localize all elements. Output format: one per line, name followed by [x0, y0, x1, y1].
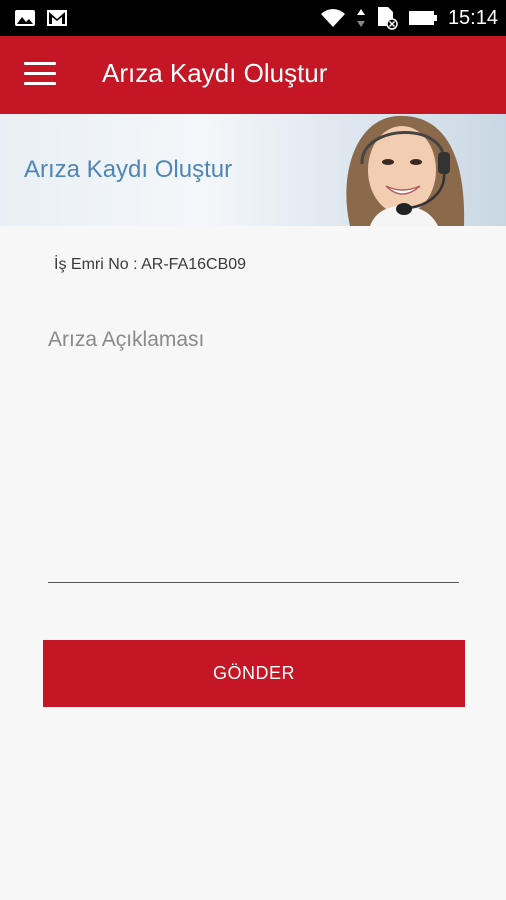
page-title: Arıza Kaydı Oluştur — [102, 58, 328, 88]
status-bar: 15:14 — [0, 0, 506, 36]
description-field[interactable] — [48, 316, 459, 583]
gmail-icon — [47, 10, 67, 26]
header-banner: Arıza Kaydı Oluştur — [0, 114, 506, 226]
battery-icon — [408, 11, 437, 25]
status-bar-right: 15:14 — [320, 6, 498, 30]
send-button[interactable]: GÖNDER — [43, 640, 465, 707]
banner-title: Arıza Kaydı Oluştur — [24, 156, 233, 183]
app-bar: Arıza Kaydı Oluştur — [0, 36, 506, 114]
wifi-icon — [320, 9, 345, 27]
sync-arrows-icon — [356, 9, 365, 27]
status-bar-left — [14, 8, 68, 28]
support-agent-photo — [316, 114, 506, 226]
image-icon — [15, 10, 35, 26]
hamburger-menu-icon[interactable] — [24, 62, 56, 88]
sim-card-icon — [377, 7, 398, 30]
work-order-label: İş Emri No : AR-FA16CB09 — [54, 256, 247, 273]
status-time: 15:14 — [447, 6, 498, 29]
